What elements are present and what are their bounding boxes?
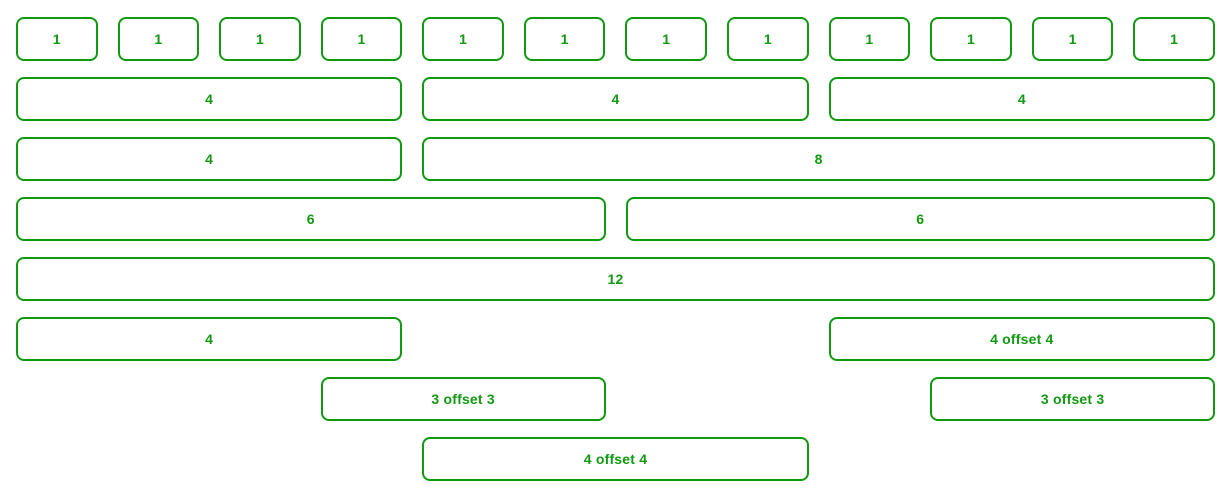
grid-column: 1 bbox=[717, 17, 819, 61]
grid-cell[interactable]: 1 bbox=[625, 17, 708, 61]
grid-demo-container: 1 1 1 1 1 1 1 1 1 1 1 1 4 4 4 4 8 6 6 12… bbox=[0, 0, 1231, 497]
grid-column: 1 bbox=[412, 17, 514, 61]
grid-cell[interactable]: 4 bbox=[16, 137, 403, 181]
grid-cell[interactable]: 1 bbox=[930, 17, 1012, 61]
grid-cell[interactable]: 4 bbox=[422, 77, 809, 121]
grid-cell[interactable]: 4 offset 4 bbox=[828, 317, 1215, 361]
grid-cell[interactable]: 1 bbox=[117, 17, 200, 61]
grid-row-full-width: 12 bbox=[6, 257, 1225, 317]
grid-row-of-twelve-single-columns: 1 1 1 1 1 1 1 1 1 1 1 1 bbox=[6, 17, 1225, 77]
grid-cell[interactable]: 4 bbox=[16, 317, 403, 361]
grid-cell[interactable]: 1 bbox=[727, 17, 809, 61]
grid-column: 4 bbox=[412, 77, 818, 121]
grid-column: 8 bbox=[412, 137, 1225, 181]
grid-row-four-and-eight: 4 8 bbox=[6, 137, 1225, 197]
grid-column: 1 bbox=[108, 17, 210, 61]
grid-cell[interactable]: 3 offset 3 bbox=[320, 377, 606, 421]
grid-row-of-three-quarters: 4 4 4 bbox=[6, 77, 1225, 137]
grid-cell[interactable]: 1 bbox=[219, 17, 301, 61]
grid-cell[interactable]: 6 bbox=[16, 197, 606, 241]
grid-column-offset: 3 offset 3 bbox=[920, 377, 1225, 421]
grid-column: 6 bbox=[6, 197, 616, 241]
grid-row-four-offset-four: 4 offset 4 bbox=[6, 437, 1225, 497]
grid-column: 4 bbox=[6, 317, 412, 361]
grid-cell[interactable]: 12 bbox=[16, 257, 1215, 301]
grid-cell[interactable]: 1 bbox=[523, 17, 606, 61]
grid-column: 1 bbox=[311, 17, 413, 61]
grid-cell[interactable]: 1 bbox=[422, 17, 504, 61]
grid-cell[interactable]: 1 bbox=[1133, 17, 1215, 61]
grid-column: 6 bbox=[616, 197, 1226, 241]
grid-column: 1 bbox=[6, 17, 108, 61]
grid-cell[interactable]: 1 bbox=[320, 17, 403, 61]
grid-cell[interactable]: 3 offset 3 bbox=[930, 377, 1215, 421]
grid-cell[interactable]: 6 bbox=[625, 197, 1215, 241]
grid-column: 1 bbox=[1123, 17, 1225, 61]
grid-column: 1 bbox=[615, 17, 717, 61]
grid-cell[interactable]: 1 bbox=[16, 17, 98, 61]
grid-column: 12 bbox=[6, 257, 1225, 301]
grid-column-offset: 4 offset 4 bbox=[819, 317, 1225, 361]
grid-row-of-two-halves: 6 6 bbox=[6, 197, 1225, 257]
grid-cell[interactable]: 4 bbox=[828, 77, 1215, 121]
grid-column-offset: 4 offset 4 bbox=[412, 437, 818, 481]
grid-cell[interactable]: 4 bbox=[16, 77, 403, 121]
grid-cell[interactable]: 1 bbox=[828, 17, 911, 61]
grid-column: 4 bbox=[6, 137, 412, 181]
grid-row-four-and-four-offset-four: 4 4 offset 4 bbox=[6, 317, 1225, 377]
grid-column-offset: 3 offset 3 bbox=[311, 377, 616, 421]
grid-cell[interactable]: 4 offset 4 bbox=[422, 437, 809, 481]
grid-column: 4 bbox=[6, 77, 412, 121]
grid-column: 4 bbox=[819, 77, 1225, 121]
grid-column: 1 bbox=[819, 17, 921, 61]
grid-column: 1 bbox=[1022, 17, 1124, 61]
top-spacer bbox=[16, 0, 1215, 17]
grid-cell[interactable]: 8 bbox=[422, 137, 1215, 181]
grid-row-three-offset-three-twice: 3 offset 3 3 offset 3 bbox=[6, 377, 1225, 437]
grid-column: 1 bbox=[209, 17, 311, 61]
grid-cell[interactable]: 1 bbox=[1031, 17, 1114, 61]
grid-column: 1 bbox=[920, 17, 1022, 61]
grid-column: 1 bbox=[514, 17, 616, 61]
